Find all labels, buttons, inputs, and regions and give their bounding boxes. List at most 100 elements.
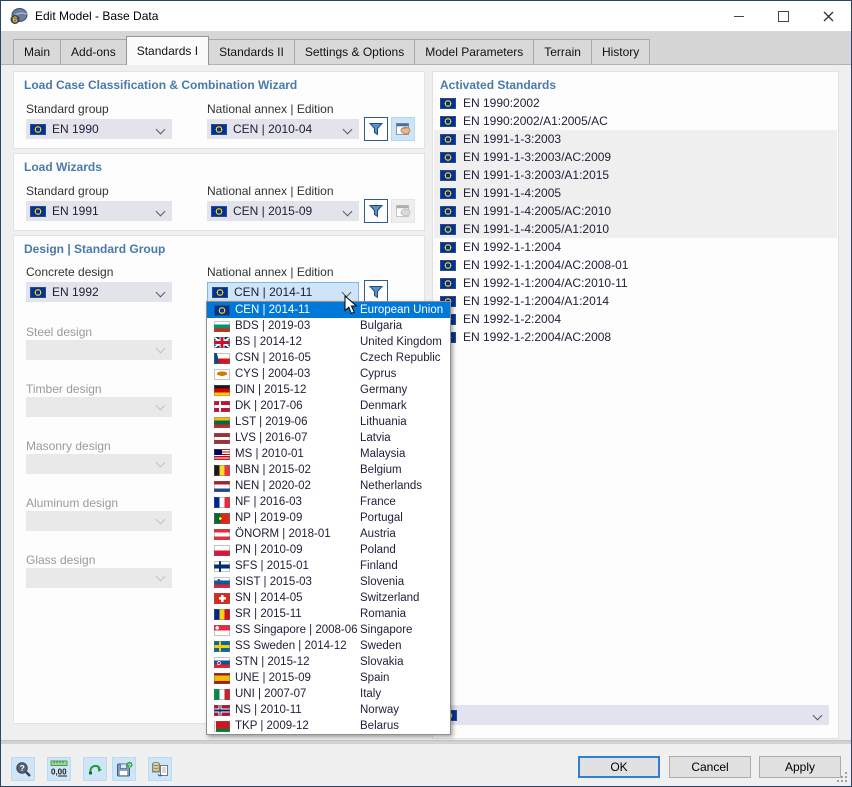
design-type-combobox[interactable] [26,511,172,531]
wizards-new-annex-button[interactable] [391,199,415,223]
standards-filter-combobox[interactable] [437,705,829,725]
tab[interactable]: Standards I [125,36,210,65]
tab[interactable]: Standards II [208,39,295,64]
tab[interactable]: History [590,39,651,64]
close-button[interactable] [806,1,851,31]
design-annex-combobox[interactable]: CEN | 2014-11 [207,282,359,302]
minimize-icon [733,15,744,17]
annex-option[interactable]: NBN | 2015-02 Belgium [207,462,450,478]
annex-code: NP | 2019-09 [235,512,303,524]
annex-code: NS | 2010-11 [235,704,302,716]
wizards-annex-combobox[interactable]: CEN | 2015-09 [207,201,359,221]
annex-option[interactable]: UNE | 2015-09 Spain [207,670,450,686]
annex-country: Belgium [360,464,402,476]
design-type-label: Glass design [26,553,96,567]
activated-standard-row[interactable]: EN 1991-1-3:2003/AC:2009 [434,148,837,166]
annex-option[interactable]: NP | 2019-09 Portugal [207,510,450,526]
tab[interactable]: Model Parameters [414,39,535,64]
design-type-label: Aluminum design [26,496,119,510]
cancel-button[interactable]: Cancel [669,756,751,778]
annex-option[interactable]: PN | 2010-09 Poland [207,542,450,558]
lcc-section: Load Case Classification & Combination W… [13,71,425,149]
activated-standard-row[interactable]: EN 1990:2002 [434,94,837,112]
activated-standard-row[interactable]: EN 1992-1-1:2004/AC:2010-11 [434,274,837,292]
annex-option[interactable]: DK | 2017-06 Denmark [207,398,450,414]
annex-option[interactable]: STN | 2015-12 Slovakia [207,654,450,670]
activated-standard-row[interactable]: EN 1991-1-3:2003/A1:2015 [434,166,837,184]
chevron-down-icon [812,710,823,721]
activated-standard-row[interactable]: EN 1990:2002/A1:2005/AC [434,112,837,130]
tab[interactable]: Main [13,39,62,64]
annex-option[interactable]: CYS | 2004-03 Cyprus [207,366,450,382]
country-flag-icon [214,368,230,380]
annex-option[interactable]: SR | 2015-11 Romania [207,606,450,622]
svg-text:6: 6 [13,15,18,25]
annex-country: Cyprus [360,368,397,380]
tab[interactable]: Terrain [533,39,592,64]
activated-standard-row[interactable]: EN 1992-1-2:2004/AC:2008 [434,328,837,346]
lcc-new-annex-button[interactable] [391,117,415,141]
design-type-combobox[interactable] [26,568,172,588]
activated-standard-row[interactable]: EN 1991-1-4:2005 [434,184,837,202]
annex-option[interactable]: ÖNORM | 2018-01 Austria [207,526,450,542]
activated-standard-row[interactable]: EN 1992-1-1:2004 [434,238,837,256]
annex-code: CSN | 2016-05 [235,352,311,364]
wizards-filter-button[interactable] [364,199,388,223]
minimize-button[interactable] [716,1,761,31]
tab-label: Terrain [544,45,581,59]
wizards-standard-group-combobox[interactable]: EN 1991 [26,201,172,221]
help-button[interactable]: ? [11,757,35,781]
resize-grip[interactable] [836,771,848,783]
eu-flag-icon [440,133,456,145]
maximize-button[interactable] [761,1,806,31]
tab[interactable]: Add-ons [60,39,127,64]
tab[interactable]: Settings & Options [293,39,416,64]
annex-option[interactable]: SFS | 2015-01 Finland [207,558,450,574]
annex-option[interactable]: LST | 2019-06 Lithuania [207,414,450,430]
design-type-combobox[interactable] [26,340,172,360]
concrete-design-combobox[interactable]: EN 1992 [26,282,172,302]
send-model-button[interactable] [83,757,107,781]
activated-standard-row[interactable]: EN 1992-1-2:2004 [434,310,837,328]
activated-standard-row[interactable]: EN 1992-1-1:2004/AC:2008-01 [434,256,837,274]
annex-option[interactable]: DIN | 2015-12 Germany [207,382,450,398]
annex-option[interactable]: CEN | 2014-11 European Union [207,302,450,318]
annex-option[interactable]: SIST | 2015-03 Slovenia [207,574,450,590]
annex-option[interactable]: BS | 2014-12 United Kingdom [207,334,450,350]
activated-standard-row[interactable]: EN 1991-1-3:2003 [434,130,837,148]
annex-option[interactable]: SN | 2014-05 Switzerland [207,590,450,606]
design-type-combobox[interactable] [26,397,172,417]
lcc-annex-combobox[interactable]: CEN | 2010-04 [207,119,359,139]
apply-button[interactable]: Apply [759,756,841,778]
annex-option[interactable]: LVS | 2016-07 Latvia [207,430,450,446]
country-flag-icon [214,640,230,652]
annex-country: Sweden [360,640,402,652]
annex-option[interactable]: SS Sweden | 2014-12 Sweden [207,638,450,654]
annex-option[interactable]: NEN | 2020-02 Netherlands [207,478,450,494]
annex-option[interactable]: NS | 2010-11 Norway [207,702,450,718]
save-template-button[interactable]: ? [112,757,136,781]
svg-text:0,00: 0,00 [51,768,67,777]
activated-standard-row[interactable]: EN 1992-1-1:2004/A1:2014 [434,292,837,310]
annex-option[interactable]: SS Singapore | 2008-06 Singapore [207,622,450,638]
activated-standard-row[interactable]: EN 1991-1-4:2005/A1:2010 [434,220,837,238]
lcc-filter-button[interactable] [364,117,388,141]
design-type-combobox[interactable] [26,454,172,474]
lcc-standard-group-label: Standard group [26,102,109,116]
annex-country: Malaysia [360,448,406,460]
dialog-footer: ? 0,00 ? OK Cancel Apply [1,744,851,786]
annex-option[interactable]: NF | 2016-03 France [207,494,450,510]
annex-option[interactable]: BDS | 2019-03 Bulgaria [207,318,450,334]
annex-option[interactable]: UNI | 2007-07 Italy [207,686,450,702]
annex-option[interactable]: TKP | 2009-12 Belarus [207,718,450,734]
annex-option[interactable]: CSN | 2016-05 Czech Republic [207,350,450,366]
ok-button[interactable]: OK [578,756,660,778]
lcc-standard-group-combobox[interactable]: EN 1990 [26,119,172,139]
activated-standard-row[interactable]: EN 1991-1-4:2005/AC:2010 [434,202,837,220]
copy-from-model-button[interactable] [148,757,172,781]
annex-country: Slovenia [360,576,405,588]
eu-flag-icon [440,259,456,271]
funnel-icon [368,205,384,218]
annex-option[interactable]: MS | 2010-01 Malaysia [207,446,450,462]
units-settings-button[interactable]: 0,00 [47,757,71,781]
